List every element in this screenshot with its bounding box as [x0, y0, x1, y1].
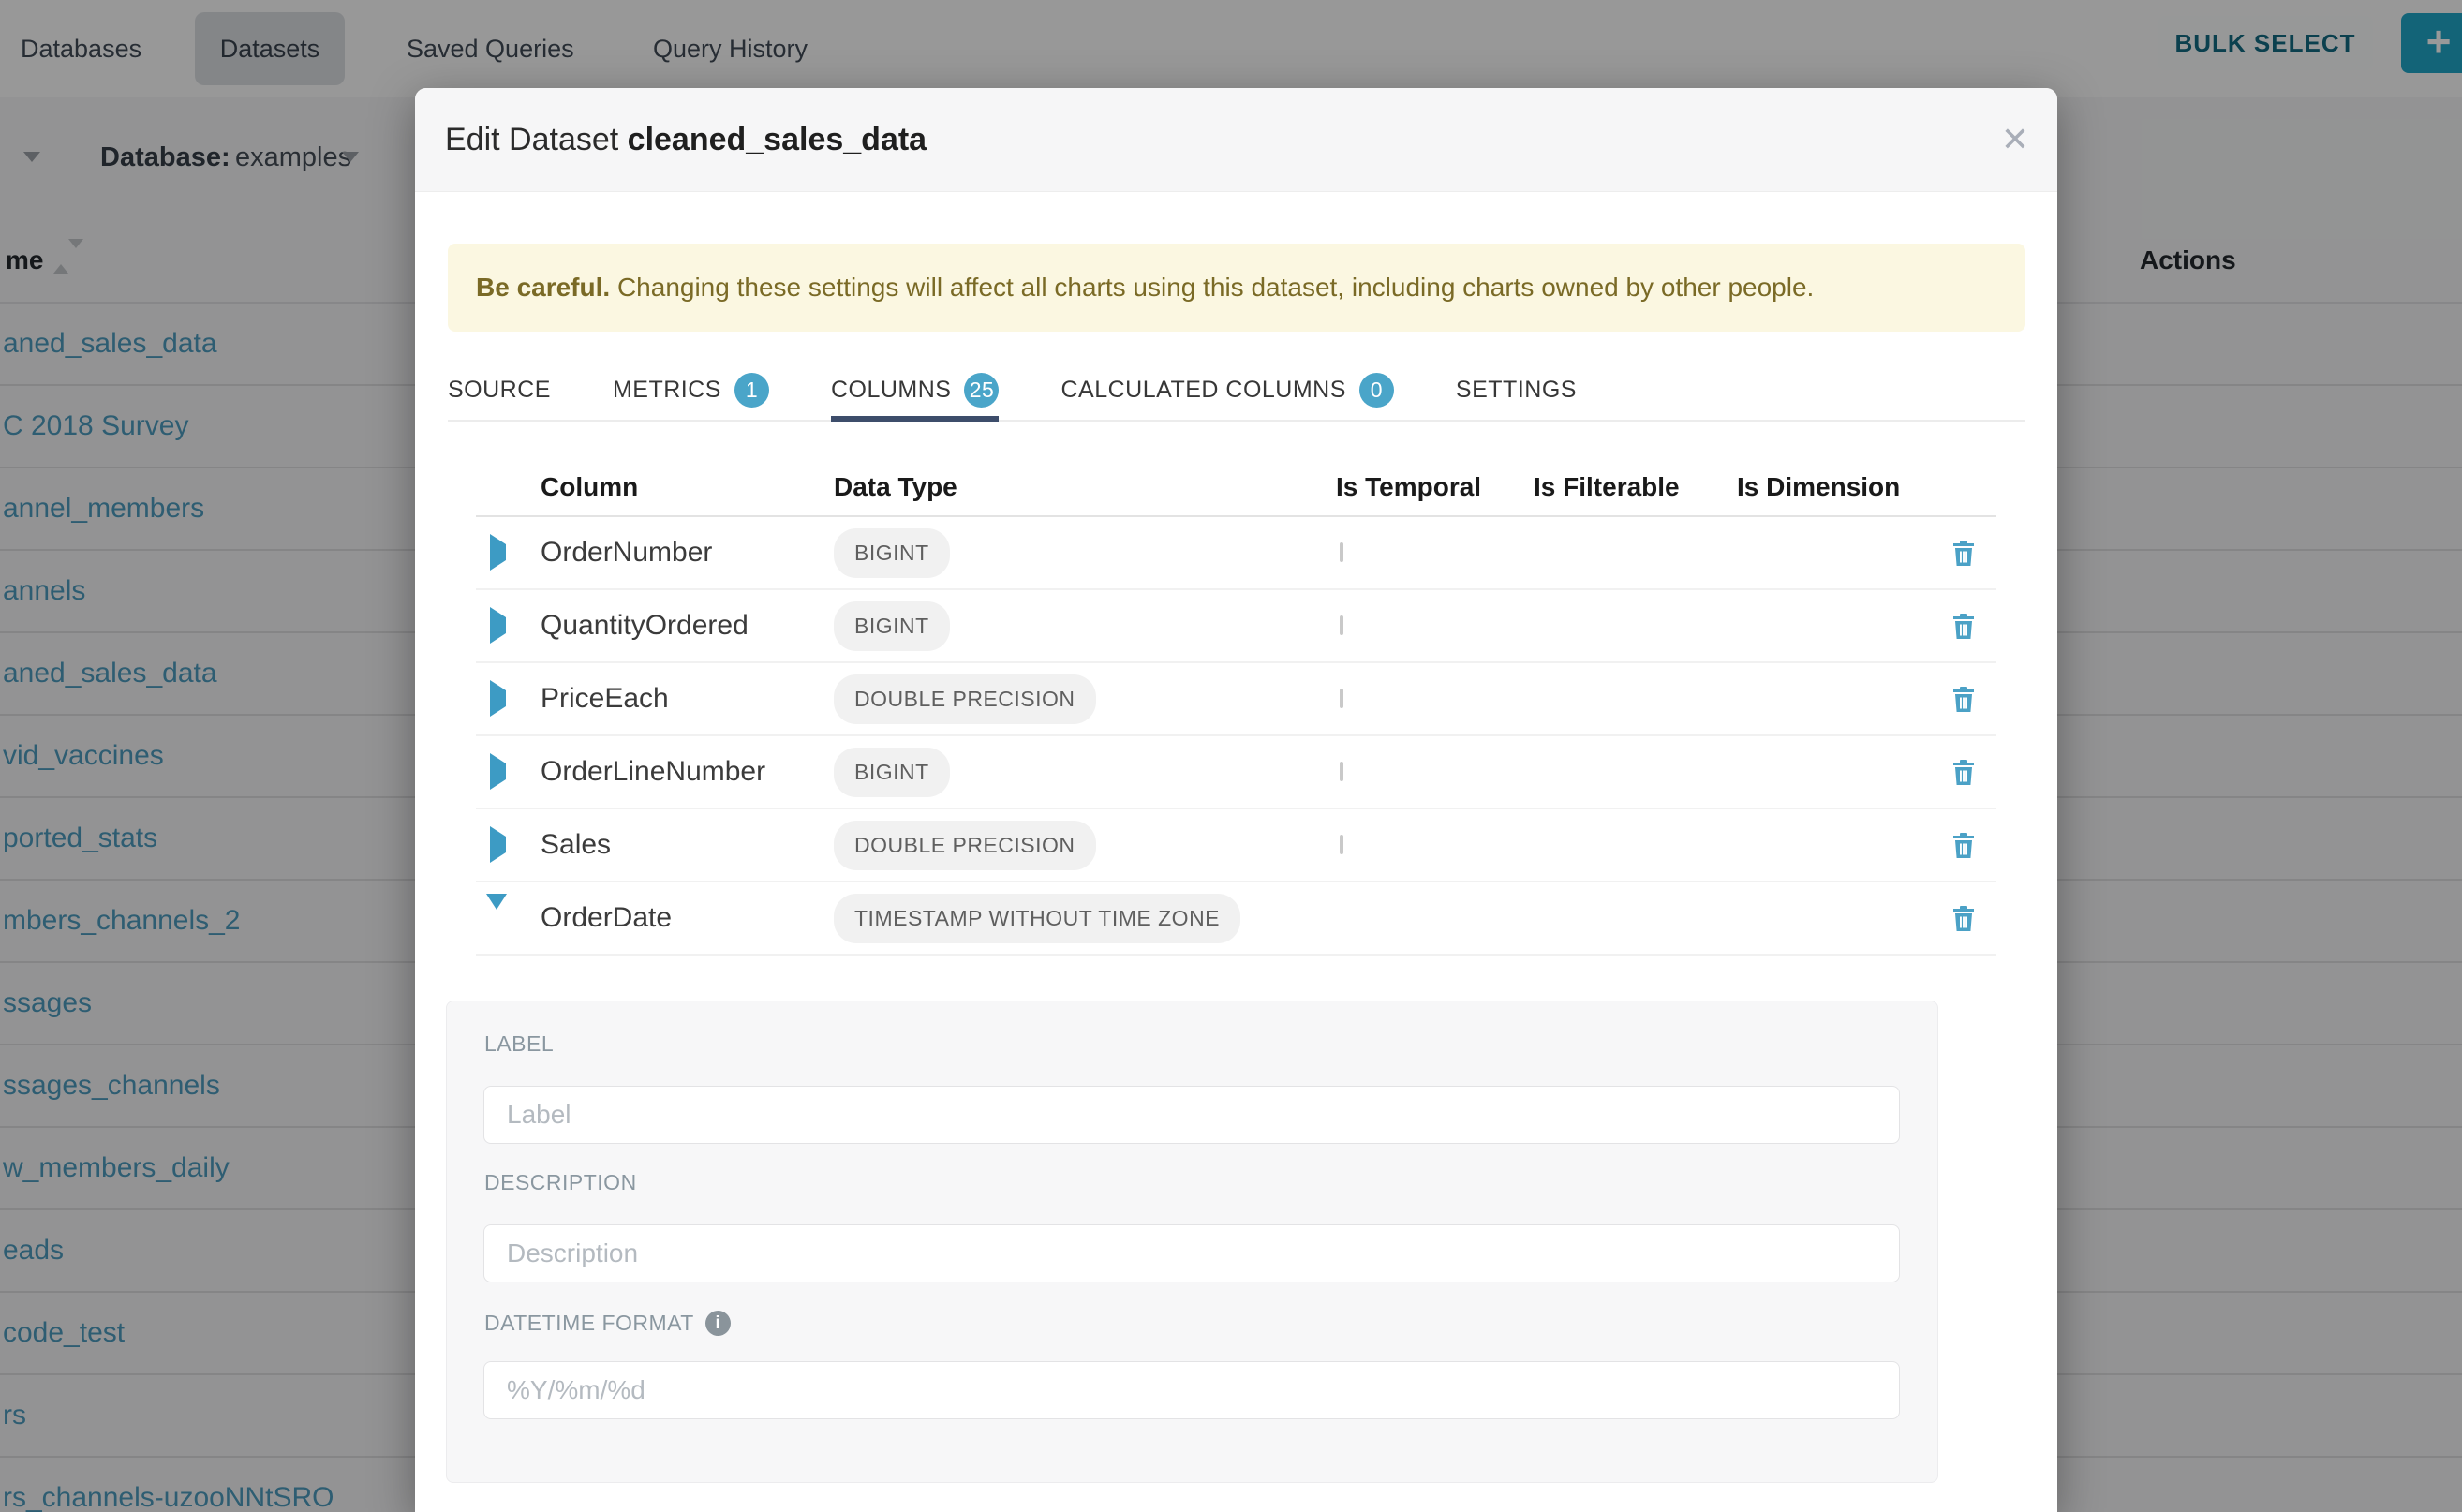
column-row: QuantityOrdered BIGINT [476, 590, 1996, 663]
column-detail-panel: LABEL DESCRIPTION DATETIME FORMAT i [446, 1001, 1938, 1483]
label-input[interactable] [483, 1086, 1900, 1144]
trash-icon[interactable] [1952, 760, 1975, 785]
column-row: OrderLineNumber BIGINT [476, 736, 1996, 809]
label-field-label: LABEL [484, 1031, 554, 1057]
trash-icon[interactable] [1952, 906, 1975, 931]
description-input[interactable] [483, 1224, 1900, 1282]
is-dimension-header: Is Dimension [1737, 472, 1952, 502]
data-type-header: Data Type [834, 472, 1336, 502]
trash-icon[interactable] [1952, 614, 1975, 639]
tab-count-badge: 1 [734, 373, 769, 408]
warning-banner-text: Changing these settings will affect all … [610, 273, 1814, 302]
warning-banner-bold: Be careful. [476, 273, 610, 302]
expand-caret-icon[interactable] [490, 826, 506, 863]
tab-label: SETTINGS [1456, 377, 1577, 404]
tab-label: CALCULATED COLUMNS [1060, 377, 1345, 404]
data-type-pill: BIGINT [834, 748, 950, 797]
column-name: OrderDate [541, 902, 672, 933]
is-temporal-checkbox[interactable] [1340, 835, 1343, 854]
tab-settings[interactable]: SETTINGS [1456, 361, 1577, 420]
tab-calculated-columns[interactable]: CALCULATED COLUMNS 0 [1060, 361, 1393, 420]
datetime-format-label-text: DATETIME FORMAT [484, 1311, 694, 1336]
expand-caret-icon[interactable] [486, 894, 507, 926]
is-temporal-header: Is Temporal [1336, 472, 1534, 502]
tab-count-badge: 25 [964, 373, 999, 408]
is-temporal-checkbox[interactable] [1340, 542, 1343, 562]
tab-label: SOURCE [448, 377, 551, 404]
expand-caret-icon[interactable] [490, 534, 506, 571]
is-temporal-checkbox[interactable] [1340, 689, 1343, 708]
column-row: Sales DOUBLE PRECISION [476, 809, 1996, 882]
datetime-format-input[interactable] [483, 1361, 1900, 1419]
column-name: QuantityOrdered [541, 610, 749, 641]
datetime-format-field-label: DATETIME FORMAT i [484, 1311, 731, 1336]
close-icon[interactable]: ✕ [2001, 88, 2029, 191]
info-icon[interactable]: i [705, 1311, 731, 1336]
expand-caret-icon[interactable] [490, 753, 506, 790]
trash-icon[interactable] [1952, 687, 1975, 712]
tab-label: METRICS [613, 377, 721, 404]
trash-icon[interactable] [1952, 541, 1975, 566]
column-name: PriceEach [541, 683, 669, 714]
modal-tab-bar: SOURCE METRICS 1 COLUMNS 25 CALCULATED COLUMN… [448, 361, 2025, 422]
is-temporal-checkbox[interactable] [1340, 762, 1343, 781]
column-row: OrderDate TIMESTAMP WITHOUT TIME ZONE [476, 882, 1996, 956]
modal-header: Edit Dataset cleaned_sales_data ✕ [415, 88, 2057, 192]
data-type-pill: TIMESTAMP WITHOUT TIME ZONE [834, 894, 1240, 943]
column-header: Column [541, 472, 834, 502]
modal-title-prefix: Edit Dataset [445, 122, 628, 157]
is-temporal-checkbox[interactable] [1340, 615, 1343, 635]
modal-title: Edit Dataset cleaned_sales_data [445, 88, 927, 191]
description-field-label: DESCRIPTION [484, 1170, 637, 1195]
modal-title-dataset-name: cleaned_sales_data [628, 122, 927, 157]
column-name: OrderLineNumber [541, 756, 765, 787]
edit-dataset-modal: Edit Dataset cleaned_sales_data ✕ Be car… [415, 88, 2057, 1512]
warning-banner: Be careful. Changing these settings will… [448, 244, 2025, 332]
columns-table-body: OrderNumber BIGINT QuantityOrdered BIGINT Pr… [476, 517, 1996, 956]
data-type-pill: BIGINT [834, 601, 950, 651]
column-name: OrderNumber [541, 537, 712, 568]
columns-table-header: Column Data Type Is Temporal Is Filterab… [476, 459, 1996, 517]
column-row: PriceEach DOUBLE PRECISION [476, 663, 1996, 736]
expand-caret-icon[interactable] [490, 607, 506, 644]
trash-icon[interactable] [1952, 833, 1975, 858]
tab-label: COLUMNS [831, 377, 952, 404]
tab-count-badge: 0 [1359, 373, 1394, 408]
column-row: OrderNumber BIGINT [476, 517, 1996, 590]
tab-columns[interactable]: COLUMNS 25 [831, 361, 1000, 420]
data-type-pill: BIGINT [834, 528, 950, 578]
tab-source[interactable]: SOURCE [448, 361, 551, 420]
tab-metrics[interactable]: METRICS 1 [613, 361, 769, 420]
data-type-pill: DOUBLE PRECISION [834, 821, 1096, 870]
is-filterable-header: Is Filterable [1534, 472, 1737, 502]
screen: Databases Datasets Saved Queries Query H… [0, 0, 2462, 1512]
data-type-pill: DOUBLE PRECISION [834, 674, 1096, 724]
column-name: Sales [541, 829, 611, 860]
expand-caret-icon[interactable] [490, 680, 506, 717]
